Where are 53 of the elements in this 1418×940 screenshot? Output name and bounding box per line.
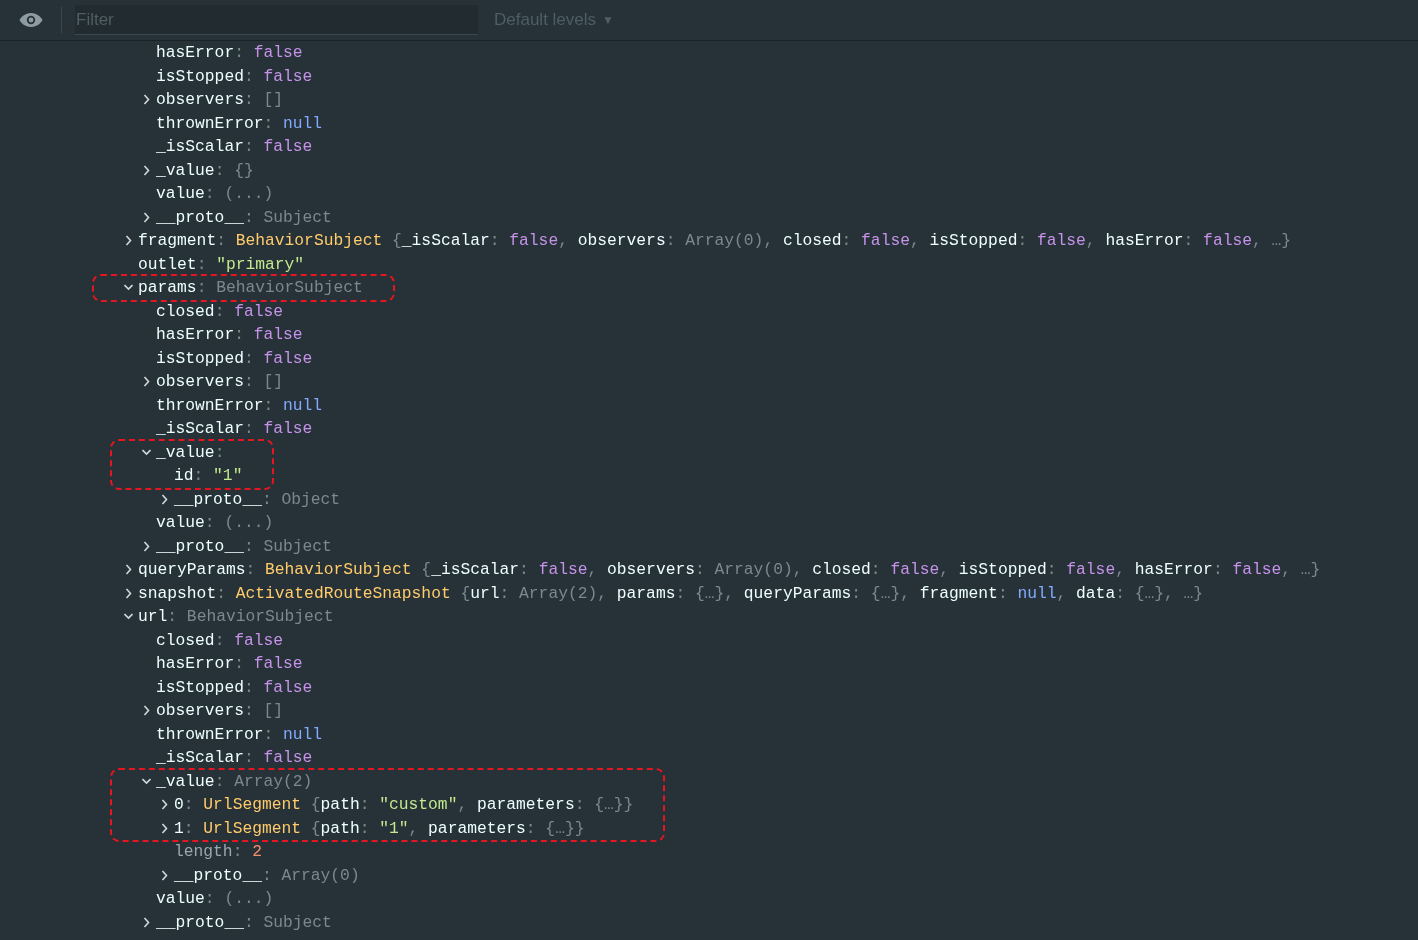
property-text: length: 2	[174, 841, 262, 863]
property-text: hasError: false	[156, 42, 303, 64]
property-text: url: BehaviorSubject	[138, 606, 334, 628]
property-text: closed: false	[156, 300, 284, 323]
caret-icon[interactable]	[160, 493, 169, 505]
property-text: id: "1"	[174, 465, 243, 487]
caret-icon[interactable]	[124, 235, 133, 247]
property-text: snapshot: ActivatedRouteSnapshot {url: Array(2), params: {…}, queryParams: {…}, fragment: null, data: {…}, …}	[138, 582, 1204, 605]
property-text: isStopped: false	[156, 65, 313, 88]
property-text: __proto__: Object	[174, 488, 341, 511]
property-text: observers: []	[156, 371, 284, 393]
property-text: _isScalar: false	[156, 418, 313, 440]
property-text: 1: UrlSegment {path: "1", parameters: {…}}	[174, 817, 585, 840]
caret-icon[interactable]	[142, 94, 151, 106]
caret-icon[interactable]	[124, 564, 133, 576]
caret-icon[interactable]	[142, 376, 151, 388]
property-text: _value: Array(2)	[156, 770, 313, 793]
property-text: outlet: "primary"	[138, 253, 305, 276]
caret-icon[interactable]	[142, 211, 151, 223]
caret-icon[interactable]	[142, 164, 151, 176]
property-text: params: BehaviorSubject	[138, 277, 363, 299]
property-text: queryParams: BehaviorSubject {_isScalar: false, observers: Array(0), closed: false, isStopped: false, hasError: false, …}	[138, 559, 1321, 581]
property-text: __proto__: Subject	[156, 911, 332, 934]
property-text: __proto__: Array(0)	[174, 864, 360, 887]
property-text: hasError: false	[156, 653, 303, 675]
property-text: _isScalar: false	[156, 747, 313, 769]
property-text: value: (...)	[156, 888, 274, 910]
caret-icon[interactable]	[160, 869, 169, 881]
property-text: _value: {}	[156, 159, 254, 182]
property-text: thrownError: null	[156, 723, 323, 746]
eye-icon[interactable]	[18, 12, 43, 28]
property-text: __proto__: Subject	[156, 535, 332, 558]
caret-icon[interactable]	[142, 916, 151, 928]
property-text: 0: UrlSegment {path: "custom", parameters: {…}}	[174, 794, 634, 816]
property-text: isStopped: false	[156, 347, 313, 370]
property-text: thrownError: null	[156, 112, 323, 135]
caret-icon[interactable]	[124, 587, 133, 599]
caret-icon[interactable]	[142, 705, 151, 717]
property-text: fragment: BehaviorSubject {_isScalar: false, observers: Array(0), closed: false, isStopped: false, hasError: false, …}	[138, 230, 1292, 252]
property-text: value: (...)	[156, 512, 274, 534]
property-text: observers: []	[156, 89, 284, 111]
property-text: isStopped: false	[156, 676, 313, 699]
caret-icon[interactable]	[160, 822, 169, 834]
property-text: value: (...)	[156, 183, 274, 205]
caret-icon[interactable]	[160, 799, 169, 811]
property-text: closed: false	[156, 629, 284, 652]
property-text: __proto__: Subject	[156, 206, 332, 229]
property-text: observers: []	[156, 700, 284, 722]
property-text: _value:	[156, 441, 225, 464]
property-text: hasError: false	[156, 324, 303, 346]
property-text: _isScalar: false	[156, 136, 313, 158]
caret-icon[interactable]	[142, 540, 151, 552]
property-text: thrownError: null	[156, 394, 323, 417]
